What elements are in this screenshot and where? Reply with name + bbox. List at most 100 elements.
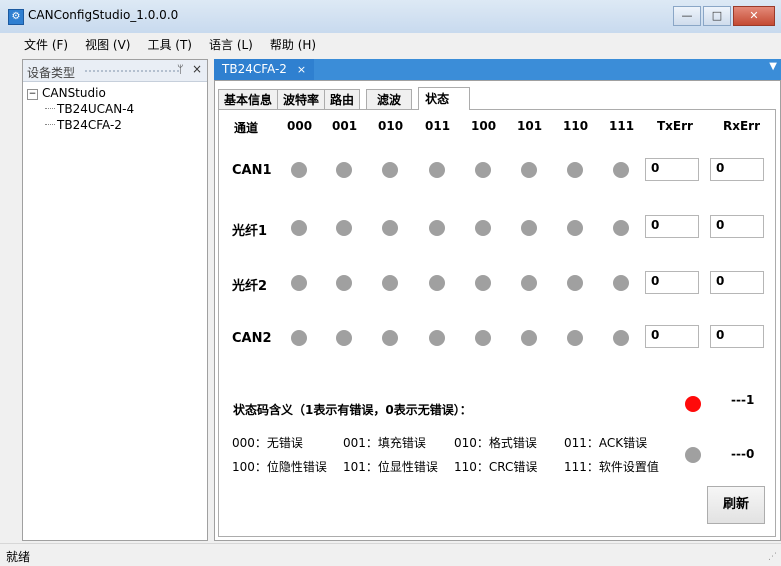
status-led — [521, 275, 537, 291]
tab-routing[interactable]: 路由 — [324, 89, 361, 110]
tab-basic-info[interactable]: 基本信息 — [218, 89, 279, 110]
resize-grip-icon[interactable]: ⋰ — [768, 552, 777, 562]
close-button[interactable]: ✕ — [733, 6, 775, 26]
status-led — [429, 330, 445, 346]
status-led — [291, 330, 307, 346]
rxerr-field[interactable]: 0 — [710, 215, 764, 238]
tree-item-label: TB24CFA-2 — [57, 118, 122, 132]
status-led — [613, 220, 629, 236]
row-label-can2: CAN2 — [232, 331, 272, 346]
refresh-button[interactable]: 刷新 — [707, 486, 765, 524]
header-txerr: TxErr — [657, 119, 693, 133]
window-controls: — □ ✕ — [673, 6, 775, 26]
collapse-icon[interactable]: − — [27, 89, 38, 100]
header-011: 011 — [425, 119, 451, 133]
header-channel: 通道 — [234, 121, 259, 135]
document-content: 基本信息 波特率 路由 滤波 状态 通道 000 001 010 011 100… — [214, 80, 781, 541]
tree-item[interactable]: TB24UCAN-4 — [27, 101, 134, 117]
status-led — [613, 162, 629, 178]
status-page: 通道 000 001 010 011 100 101 110 111 TxErr… — [218, 109, 776, 537]
title-bar: ⚙ CANConfigStudio_1.0.0.0 — □ ✕ — [0, 0, 781, 34]
status-led — [475, 330, 491, 346]
status-led — [382, 330, 398, 346]
menu-file[interactable]: 文件 (F) — [0, 36, 77, 53]
header-001: 001 — [332, 119, 358, 133]
status-led — [429, 162, 445, 178]
status-led — [336, 162, 352, 178]
status-led — [336, 220, 352, 236]
legend-led-on — [685, 396, 701, 412]
window-title: CANConfigStudio_1.0.0.0 — [28, 8, 179, 22]
code-011: 011：ACK错误 — [564, 436, 648, 450]
status-led — [567, 162, 583, 178]
menu-language[interactable]: 语言 (L) — [201, 36, 262, 53]
device-tree: − CANStudio TB24UCAN-4 TB24CFA-2 — [27, 85, 134, 133]
legend-off-label: ---0 — [731, 447, 755, 461]
status-led — [382, 220, 398, 236]
status-led — [382, 162, 398, 178]
status-led — [336, 330, 352, 346]
txerr-field[interactable]: 0 — [645, 271, 699, 294]
doc-tab-label: TB24CFA-2 — [222, 62, 287, 76]
status-led — [613, 275, 629, 291]
code-100: 100：位隐性错误 — [232, 460, 327, 474]
status-text: 就绪 — [6, 550, 31, 564]
tree-connector — [45, 124, 55, 125]
status-led — [521, 162, 537, 178]
minimize-button[interactable]: — — [673, 6, 701, 26]
menu-bar: 文件 (F) 视图 (V) 工具 (T) 语言 (L) 帮助 (H) — [0, 33, 781, 55]
header-101: 101 — [517, 119, 543, 133]
row-label-fiber2: 光纤2 — [232, 279, 268, 294]
code-001: 001：填充错误 — [343, 436, 426, 450]
status-led — [521, 220, 537, 236]
device-type-panel: 设备类型 ᛘ × − CANStudio TB24UCAN-4 TB24CFA-2 — [22, 59, 208, 541]
txerr-field[interactable]: 0 — [645, 325, 699, 348]
status-led — [336, 275, 352, 291]
header-100: 100 — [471, 119, 497, 133]
tree-connector — [45, 108, 55, 109]
legend-on-label: ---1 — [731, 393, 755, 407]
row-label-can1: CAN1 — [232, 163, 272, 178]
status-led — [291, 162, 307, 178]
tree-item[interactable]: TB24CFA-2 — [27, 117, 134, 133]
legend-led-off — [685, 447, 701, 463]
panel-close-icon[interactable]: × — [192, 62, 202, 76]
pin-icon[interactable]: ᛘ — [177, 63, 184, 76]
header-110: 110 — [563, 119, 589, 133]
rxerr-field[interactable]: 0 — [710, 271, 764, 294]
doc-tab-close-icon[interactable]: × — [297, 59, 306, 80]
rxerr-field[interactable]: 0 — [710, 325, 764, 348]
header-010: 010 — [378, 119, 404, 133]
menu-help[interactable]: 帮助 (H) — [262, 36, 325, 53]
menu-view[interactable]: 视图 (V) — [77, 36, 139, 53]
txerr-field[interactable]: 0 — [645, 158, 699, 181]
tab-filter[interactable]: 滤波 — [366, 89, 413, 110]
tab-baud-rate[interactable]: 波特率 — [277, 89, 326, 110]
status-led — [429, 275, 445, 291]
code-111: 111：软件设置值 — [564, 460, 659, 474]
tree-item-label: TB24UCAN-4 — [57, 102, 135, 116]
menu-tools[interactable]: 工具 (T) — [139, 36, 201, 53]
panel-title: 设备类型 — [27, 66, 76, 80]
panel-header: 设备类型 ᛘ × — [23, 60, 207, 82]
row-label-fiber1: 光纤1 — [232, 224, 268, 239]
code-000: 000：无错误 — [232, 436, 303, 450]
tree-root[interactable]: − CANStudio — [27, 85, 134, 101]
legend-title: 状态码含义（1表示有错误，0表示无错误）： — [233, 403, 472, 417]
status-led — [429, 220, 445, 236]
maximize-button[interactable]: □ — [703, 6, 731, 26]
status-led — [567, 275, 583, 291]
status-led — [567, 220, 583, 236]
tree-root-label: CANStudio — [42, 86, 106, 100]
header-rxerr: RxErr — [723, 119, 761, 133]
tab-list-dropdown-icon[interactable]: ▼ — [769, 61, 777, 72]
status-led — [475, 162, 491, 178]
tab-status[interactable]: 状态 — [418, 87, 471, 110]
status-led — [291, 275, 307, 291]
code-101: 101：位显性错误 — [343, 460, 438, 474]
header-111: 111 — [609, 119, 635, 133]
txerr-field[interactable]: 0 — [645, 215, 699, 238]
rxerr-field[interactable]: 0 — [710, 158, 764, 181]
status-led — [382, 275, 398, 291]
doc-tab-tb24cfa-2[interactable]: TB24CFA-2 × — [214, 59, 315, 80]
